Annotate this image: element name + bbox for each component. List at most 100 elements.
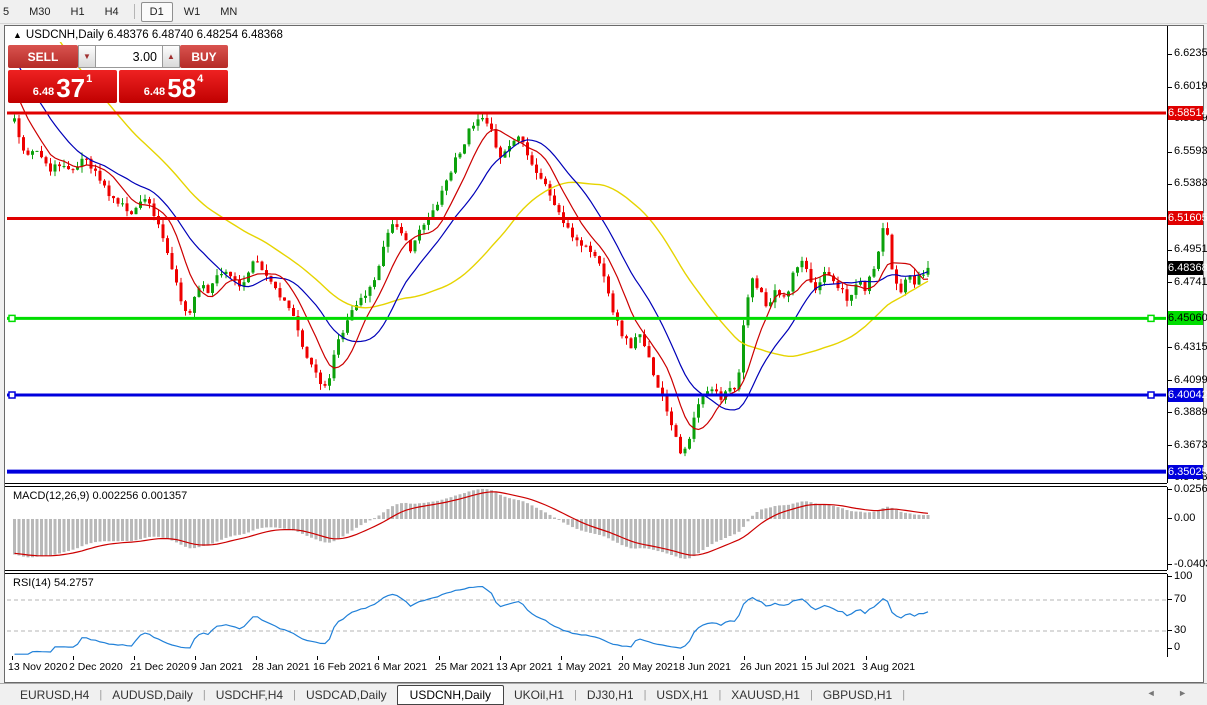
axis-tick bbox=[1168, 380, 1172, 381]
axis-tick bbox=[1168, 87, 1172, 88]
time-tick bbox=[195, 656, 196, 660]
date-label: 3 Aug 2021 bbox=[862, 661, 915, 673]
price-tick-label: 6.55930 bbox=[1174, 145, 1207, 157]
price-tick-label: 6.62350 bbox=[1174, 47, 1207, 59]
chart-window: ▲ USDCNH,Daily 6.48376 6.48740 6.48254 6.… bbox=[4, 25, 1204, 683]
time-tick bbox=[134, 656, 135, 660]
sell-button[interactable]: SELL bbox=[8, 45, 78, 68]
buy-button[interactable]: BUY bbox=[180, 45, 228, 68]
price-tick-label: 6.40990 bbox=[1174, 374, 1207, 386]
chart-tab-usdx-h1[interactable]: USDX,H1 bbox=[646, 686, 718, 704]
axis-tick bbox=[1168, 576, 1172, 577]
date-label: 9 Jan 2021 bbox=[191, 661, 243, 673]
volume-increase-button[interactable]: ▲ bbox=[162, 45, 180, 68]
buy-price-sup: 4 bbox=[197, 71, 203, 85]
time-tick bbox=[561, 656, 562, 660]
date-label: 21 Dec 2020 bbox=[130, 661, 190, 673]
date-label: 1 May 2021 bbox=[557, 661, 612, 673]
ohlc-values: 6.48376 6.48740 6.48254 6.48368 bbox=[107, 29, 283, 41]
time-axis[interactable]: 13 Nov 20202 Dec 2020 21 Dec 20209 Jan 20… bbox=[5, 656, 1167, 680]
axis-tick bbox=[1168, 184, 1172, 185]
time-tick bbox=[744, 656, 745, 660]
volume-input[interactable]: 3.00 bbox=[96, 45, 162, 68]
axis-tick bbox=[1168, 412, 1172, 413]
chart-tab-dj30-h1[interactable]: DJ30,H1 bbox=[577, 686, 644, 704]
timeframe-button-w1[interactable]: W1 bbox=[175, 2, 210, 22]
axis-tick bbox=[1168, 282, 1172, 283]
volume-decrease-button[interactable]: ▼ bbox=[78, 45, 96, 68]
axis-tick bbox=[1168, 630, 1172, 631]
price-tick-label: 6.36730 bbox=[1174, 439, 1207, 451]
macd-label: MACD(12,26,9) 0.002256 0.001357 bbox=[13, 490, 187, 502]
time-tick bbox=[439, 656, 440, 660]
chart-tab-eurusd-h4[interactable]: EURUSD,H4 bbox=[10, 686, 99, 704]
time-tick bbox=[622, 656, 623, 660]
chart-tab-usdchf-h4[interactable]: USDCHF,H4 bbox=[206, 686, 293, 704]
date-label: 2 Dec 2020 bbox=[69, 661, 123, 673]
rsi-line bbox=[15, 587, 929, 655]
price-pane: ▲ USDCNH,Daily 6.48376 6.48740 6.48254 6.… bbox=[5, 26, 1168, 483]
rsi-tick-label: 100 bbox=[1174, 570, 1192, 582]
price-chart[interactable] bbox=[7, 42, 1166, 483]
level-badge-support-green: 6.45060 bbox=[1168, 311, 1203, 325]
symbol-title: USDCNH,Daily bbox=[26, 29, 104, 41]
timeframe-toolbar: 5M30H1H4 D1W1MN bbox=[0, 0, 1207, 24]
chart-tab-ukoil-h1[interactable]: UKOil,H1 bbox=[504, 686, 574, 704]
rsi-tick-label: 30 bbox=[1174, 624, 1186, 636]
time-tick bbox=[805, 656, 806, 660]
macd-tick-label: 0.00 bbox=[1174, 512, 1195, 524]
time-tick bbox=[317, 656, 318, 660]
sell-price-sup: 1 bbox=[86, 71, 92, 85]
one-click-trade-panel: SELL ▼ 3.00 ▲ BUY 6.48 37 1 6.48 58 4 bbox=[8, 45, 228, 103]
date-label: 20 May 2021 bbox=[618, 661, 679, 673]
axis-tick bbox=[1168, 489, 1172, 490]
price-axis[interactable]: 6.623506.601906.580906.559306.538306.495… bbox=[1168, 26, 1203, 656]
price-tick-label: 6.53830 bbox=[1174, 177, 1207, 189]
timeframe-button-m30[interactable]: M30 bbox=[20, 2, 59, 22]
rsi-label: RSI(14) 54.2757 bbox=[13, 577, 94, 589]
chart-tab-usdcad-daily[interactable]: USDCAD,Daily bbox=[296, 686, 397, 704]
date-label: 15 Jul 2021 bbox=[801, 661, 855, 673]
sell-price-small: 6.48 bbox=[33, 86, 54, 98]
time-tick bbox=[12, 656, 13, 660]
timeframe-button-d1[interactable]: D1 bbox=[141, 2, 173, 22]
date-label: 6 Mar 2021 bbox=[374, 661, 427, 673]
time-tick bbox=[683, 656, 684, 660]
timeframe-button-mn[interactable]: MN bbox=[211, 2, 246, 22]
toolbar-separator bbox=[134, 4, 135, 19]
tab-scroll-arrows[interactable]: ◄ ► bbox=[1147, 688, 1197, 698]
buy-price-small: 6.48 bbox=[144, 86, 165, 98]
macd-tick-label: -0.04038 bbox=[1174, 558, 1207, 570]
candles-group bbox=[13, 113, 930, 456]
chart-marker-icon: ▲ bbox=[13, 30, 22, 40]
axis-tick bbox=[1168, 54, 1172, 55]
price-tick-label: 6.43150 bbox=[1174, 341, 1207, 353]
date-label: 16 Feb 2021 bbox=[313, 661, 372, 673]
time-tick bbox=[866, 656, 867, 660]
chart-tab-audusd-daily[interactable]: AUDUSD,Daily bbox=[102, 686, 203, 704]
date-label: 13 Nov 2020 bbox=[8, 661, 68, 673]
tab-divider: | bbox=[902, 689, 905, 701]
time-tick bbox=[256, 656, 257, 660]
timeframe-button-h1[interactable]: H1 bbox=[62, 2, 94, 22]
rsi-tick-label: 70 bbox=[1174, 593, 1186, 605]
level-badge-resistance-1: 6.58514 bbox=[1168, 106, 1203, 120]
chart-tab-usdcnh-daily[interactable]: USDCNH,Daily bbox=[397, 685, 504, 705]
date-label: 26 Jun 2021 bbox=[740, 661, 798, 673]
buy-price-display[interactable]: 6.48 58 4 bbox=[119, 70, 228, 103]
axis-tick bbox=[1168, 347, 1172, 348]
sell-price-display[interactable]: 6.48 37 1 bbox=[8, 70, 117, 103]
ma-line bbox=[15, 90, 929, 429]
date-label: 28 Jan 2021 bbox=[252, 661, 310, 673]
timeframe-button-5[interactable]: 5 bbox=[0, 2, 18, 22]
axis-tick bbox=[1168, 250, 1172, 251]
chart-title: ▲ USDCNH,Daily 6.48376 6.48740 6.48254 6.… bbox=[13, 29, 283, 41]
axis-tick bbox=[1168, 518, 1172, 519]
chart-tab-xauusd-h1[interactable]: XAUUSD,H1 bbox=[721, 686, 810, 704]
current-price-badge: 6.48368 bbox=[1168, 261, 1203, 275]
timeframe-button-h4[interactable]: H4 bbox=[96, 2, 128, 22]
rsi-indicator-chart[interactable] bbox=[7, 574, 1166, 655]
price-tick-label: 6.47410 bbox=[1174, 276, 1207, 288]
level-badge-support-blue-1: 6.40042 bbox=[1168, 388, 1203, 402]
chart-tab-gbpusd-h1[interactable]: GBPUSD,H1 bbox=[813, 686, 902, 704]
